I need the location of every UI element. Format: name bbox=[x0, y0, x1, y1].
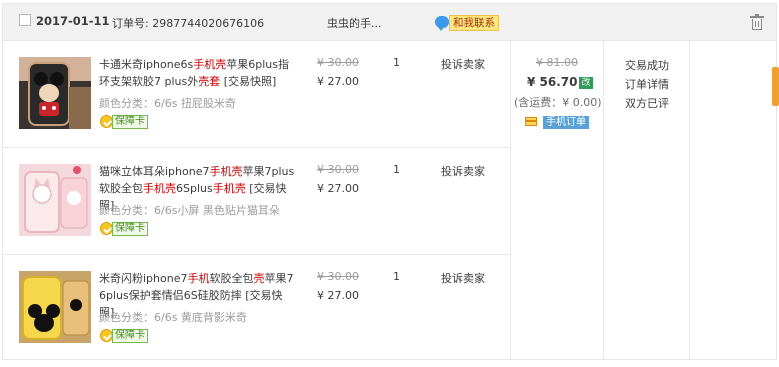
product-thumbnail[interactable] bbox=[19, 57, 91, 129]
order-item-row: 卡通米奇iphone6s手机壳苹果6plus指环支架软胶7 plus外壳套 [交… bbox=[3, 41, 510, 147]
order-details-link[interactable]: 订单详情 bbox=[625, 75, 669, 94]
guarantee-label: 保障卡 bbox=[112, 222, 148, 236]
guarantee-label: 保障卡 bbox=[112, 329, 148, 343]
guarantee-label: 保障卡 bbox=[112, 115, 148, 129]
column-divider bbox=[510, 41, 511, 359]
order-number: 订单号: 2987744020676106 bbox=[112, 17, 265, 30]
status-trade-success: 交易成功 bbox=[625, 59, 669, 72]
complain-seller-link[interactable]: 投诉卖家 bbox=[441, 56, 485, 72]
column-divider bbox=[689, 41, 690, 359]
order-item-row: 米奇闪粉iphone7手机软胶全包壳苹果7 6plus保护套情侣6S硅胶防摔 [… bbox=[3, 255, 510, 359]
quantity: 1 bbox=[393, 163, 400, 176]
product-sku: 颜色分类：6/6s 扭屁股米奇 bbox=[99, 97, 236, 110]
order-total: ¥ 56.70 改 bbox=[527, 75, 593, 89]
original-price: ¥ 30.00 bbox=[317, 56, 359, 69]
shipping-fee: (含运费：¥ 0.00) bbox=[514, 96, 602, 109]
complain-seller-link[interactable]: 投诉卖家 bbox=[441, 270, 485, 286]
original-price: ¥ 30.00 bbox=[317, 270, 359, 283]
product-thumbnail[interactable] bbox=[19, 164, 91, 236]
order-original-total: ¥ 81.00 bbox=[536, 56, 578, 69]
order-status: 交易成功 订单详情 双方已评 bbox=[625, 56, 669, 113]
scrollbar-thumb[interactable] bbox=[772, 67, 779, 106]
edit-price-tag[interactable]: 改 bbox=[579, 77, 593, 89]
unit-price: ¥ 27.00 bbox=[317, 75, 359, 88]
order-item-row: 猫咪立体耳朵iphone7手机壳苹果7plus软胶全包手机壳6Splus手机壳 … bbox=[3, 148, 510, 254]
seller-name-link[interactable]: 虫虫的手... bbox=[327, 15, 382, 31]
mobile-order-label: 手机订单 bbox=[543, 116, 589, 129]
chat-bubble-icon bbox=[435, 16, 449, 31]
quantity: 1 bbox=[393, 56, 400, 69]
order-header: 2017-01-11 订单号: 2987744020676106 虫虫的手...… bbox=[2, 3, 777, 41]
order-body: 卡通米奇iphone6s手机壳苹果6plus指环支架软胶7 plus外壳套 [交… bbox=[2, 41, 777, 360]
card-icon bbox=[525, 117, 537, 126]
product-sku: 颜色分类：6/6s小屏 黑色贴片猫耳朵 bbox=[99, 204, 280, 217]
quantity: 1 bbox=[393, 270, 400, 283]
order-date: 2017-01-11 bbox=[36, 14, 110, 28]
column-divider bbox=[603, 41, 604, 359]
order-checkbox[interactable] bbox=[19, 14, 31, 26]
product-thumbnail[interactable] bbox=[19, 271, 91, 343]
unit-price: ¥ 27.00 bbox=[317, 182, 359, 195]
both-rated-link[interactable]: 双方已评 bbox=[625, 94, 669, 113]
product-sku: 颜色分类：6/6s 黄底背影米奇 bbox=[99, 311, 247, 324]
unit-price: ¥ 27.00 bbox=[317, 289, 359, 302]
order-card: 2017-01-11 订单号: 2987744020676106 虫虫的手...… bbox=[0, 0, 779, 367]
complain-seller-link[interactable]: 投诉卖家 bbox=[441, 163, 485, 179]
contact-seller-label: 和我联系 bbox=[449, 15, 499, 31]
original-price: ¥ 30.00 bbox=[317, 163, 359, 176]
trash-icon[interactable] bbox=[750, 14, 764, 32]
product-title-link[interactable]: 卡通米奇iphone6s手机壳苹果6plus指环支架软胶7 plus外壳套 [交… bbox=[99, 56, 297, 90]
